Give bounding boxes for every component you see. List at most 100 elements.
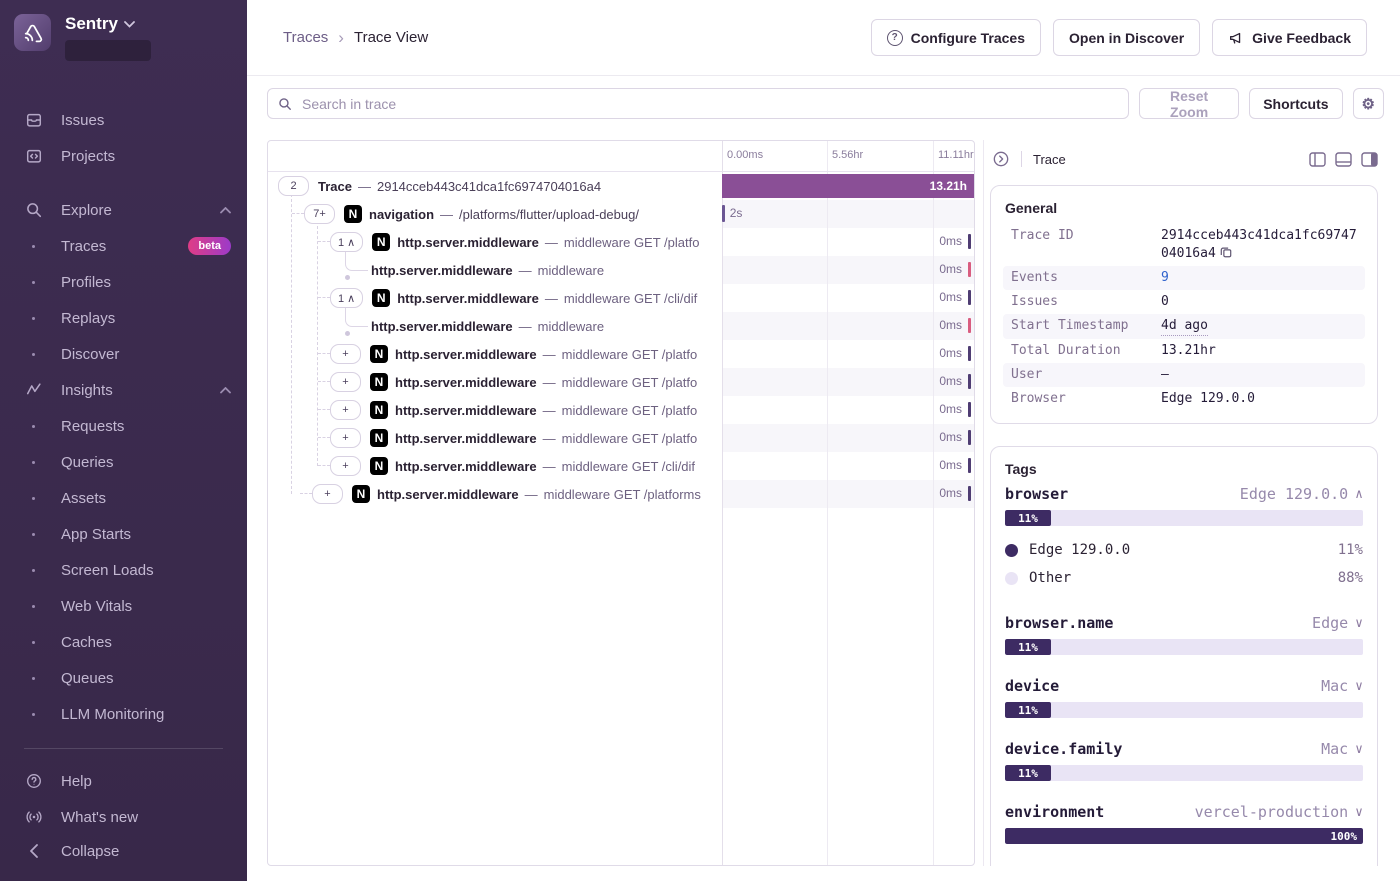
span-row-middleware[interactable]: + N http.server.middleware — middleware … [268, 452, 974, 480]
span-row-middleware[interactable]: + N http.server.middleware — middleware … [268, 424, 974, 452]
expand-chip[interactable]: 7+ [304, 204, 335, 224]
sidebar-item-app-starts[interactable]: App Starts [0, 516, 247, 552]
expand-chip[interactable]: + [330, 344, 361, 364]
tag-distribution-bar[interactable]: 11% [1005, 702, 1363, 718]
sidebar-item-traces[interactable]: Traces beta [0, 228, 247, 264]
tag-value-toggle[interactable]: Mac ∨ [1321, 740, 1363, 758]
tag-distribution-bar[interactable]: 11% [1005, 639, 1363, 655]
sidebar-item-queues[interactable]: Queues [0, 660, 247, 696]
expand-chip[interactable]: 1 ∧ [330, 232, 363, 252]
sidebar-item-whats-new[interactable]: What's new [0, 799, 247, 835]
tag-value-toggle[interactable]: Mac ∨ [1321, 677, 1363, 695]
expand-chip[interactable]: + [330, 400, 361, 420]
row-value: 0 [1161, 293, 1169, 311]
span-row-middleware[interactable]: + N http.server.middleware — middleware … [268, 480, 974, 508]
chevron-circle-right-icon[interactable] [992, 150, 1010, 168]
span-duration-cell[interactable]: 0ms [722, 284, 974, 312]
dock-left-icon[interactable] [1309, 152, 1326, 167]
sidebar-item-profiles[interactable]: Profiles [0, 264, 247, 300]
trace-duration-bar[interactable]: 13.21h [722, 174, 974, 198]
events-count-link[interactable]: 9 [1161, 269, 1169, 287]
span-duration-cell[interactable]: 0ms [722, 256, 974, 284]
span-row-middleware-child[interactable]: http.server.middleware — middleware 0ms [268, 256, 974, 284]
sentry-logo[interactable] [14, 14, 51, 51]
legend-item[interactable]: Edge 129.0.0 11% [1005, 536, 1363, 564]
reset-zoom-button[interactable]: Reset Zoom [1139, 88, 1239, 119]
sidebar-item-discover[interactable]: Discover [0, 336, 247, 372]
span-row-middleware-child[interactable]: http.server.middleware — middleware 0ms [268, 312, 974, 340]
sidebar-item-replays[interactable]: Replays [0, 300, 247, 336]
org-switcher[interactable]: Sentry [65, 14, 151, 34]
tag-value-toggle[interactable]: Edge 129.0.0 ∧ [1240, 485, 1363, 503]
settings-button[interactable]: ⚙ [1353, 88, 1384, 119]
span-row-middleware[interactable]: + N http.server.middleware — middleware … [268, 368, 974, 396]
sidebar-item-projects[interactable]: Projects [0, 138, 247, 174]
sidebar-item-assets[interactable]: Assets [0, 480, 247, 516]
give-feedback-button[interactable]: Give Feedback [1212, 19, 1367, 56]
shortcuts-button[interactable]: Shortcuts [1249, 88, 1342, 119]
expand-chip[interactable]: + [330, 428, 361, 448]
legend-percent: 88% [1338, 570, 1363, 586]
sidebar-item-label: Queues [61, 670, 231, 687]
span-row-middleware[interactable]: + N http.server.middleware — middleware … [268, 340, 974, 368]
chevron-down-icon: ∨ [1355, 679, 1363, 694]
span-separator: — [358, 179, 371, 194]
sidebar-item-web-vitals[interactable]: Web Vitals [0, 588, 247, 624]
dock-right-icon[interactable] [1361, 152, 1378, 167]
sidebar-group-insights[interactable]: Insights [0, 372, 247, 408]
tag-distribution-bar[interactable]: 100% [1005, 828, 1363, 844]
sidebar-item-issues[interactable]: Issues [0, 102, 247, 138]
span-duration-cell[interactable]: 0ms [722, 340, 974, 368]
span-duration-cell[interactable]: 0ms [722, 480, 974, 508]
span-row-middleware[interactable]: 1 ∧ N http.server.middleware — middlewar… [268, 284, 974, 312]
tag-distribution-bar[interactable]: 11% [1005, 765, 1363, 781]
span-duration-cell[interactable]: 0ms [722, 228, 974, 256]
expand-chip[interactable]: + [312, 484, 343, 504]
general-row-user: User — [1003, 363, 1365, 387]
span-duration-cell[interactable]: 0ms [722, 452, 974, 480]
span-row-middleware[interactable]: 1 ∧ N http.server.middleware — middlewar… [268, 228, 974, 256]
sidebar-item-screen-loads[interactable]: Screen Loads [0, 552, 247, 588]
expand-chip[interactable]: 2 [278, 176, 309, 196]
configure-traces-button[interactable]: ? Configure Traces [871, 19, 1041, 56]
span-duration-tick [968, 290, 971, 305]
breadcrumb-traces-link[interactable]: Traces [283, 29, 328, 46]
span-row-middleware[interactable]: + N http.server.middleware — middleware … [268, 396, 974, 424]
expand-chip[interactable]: 1 ∧ [330, 288, 363, 308]
span-duration-cell[interactable]: 0ms [722, 396, 974, 424]
brand-title: Sentry [65, 14, 118, 34]
tag-value: vercel-production [1195, 803, 1349, 821]
sidebar-item-llm-monitoring[interactable]: LLM Monitoring [0, 696, 247, 732]
span-op: Trace [318, 179, 352, 194]
copy-icon[interactable] [1220, 246, 1232, 258]
tag-value-toggle[interactable]: Edge ∨ [1312, 614, 1363, 632]
span-row-navigation[interactable]: 7+ N navigation — /platforms/flutter/upl… [268, 200, 974, 228]
row-value[interactable]: 4d ago [1161, 317, 1208, 336]
expand-chip[interactable]: + [330, 456, 361, 476]
sidebar-item-help[interactable]: Help [0, 763, 247, 799]
chevron-up-icon [220, 387, 231, 394]
collapse-button[interactable]: Collapse [0, 833, 247, 869]
timeline-header[interactable]: 0.00ms 5.56hr 11.11hr [268, 141, 974, 172]
sidebar-item-queries[interactable]: Queries [0, 444, 247, 480]
span-row-trace[interactable]: 2 Trace — 2914cceb443c41dca1fc6974704016… [268, 172, 974, 200]
open-in-discover-button[interactable]: Open in Discover [1053, 19, 1200, 56]
span-duration-cell[interactable]: 0ms [722, 312, 974, 340]
tag-distribution-bar[interactable]: 11% [1005, 510, 1363, 526]
general-row-issues: Issues 0 [1003, 290, 1365, 314]
span-duration-cell[interactable]: 0ms [722, 424, 974, 452]
sidebar-item-requests[interactable]: Requests [0, 408, 247, 444]
dock-bottom-icon[interactable] [1335, 152, 1352, 167]
sidebar-item-caches[interactable]: Caches [0, 624, 247, 660]
span-duration-cell[interactable]: 2s [722, 200, 974, 228]
span-duration-cell[interactable]: 0ms [722, 368, 974, 396]
expand-chip[interactable]: + [330, 372, 361, 392]
duration-label: 2s [730, 206, 743, 220]
chevron-up-icon: ∧ [1355, 487, 1363, 502]
tag-bar-fill: 11% [1005, 765, 1051, 781]
sidebar-group-explore[interactable]: Explore [0, 192, 247, 228]
search-input[interactable] [300, 95, 1118, 113]
tag-value-toggle[interactable]: vercel-production ∨ [1195, 803, 1363, 821]
span-duration-cell[interactable]: 13.21h [722, 172, 974, 200]
legend-item[interactable]: Other 88% [1005, 564, 1363, 592]
